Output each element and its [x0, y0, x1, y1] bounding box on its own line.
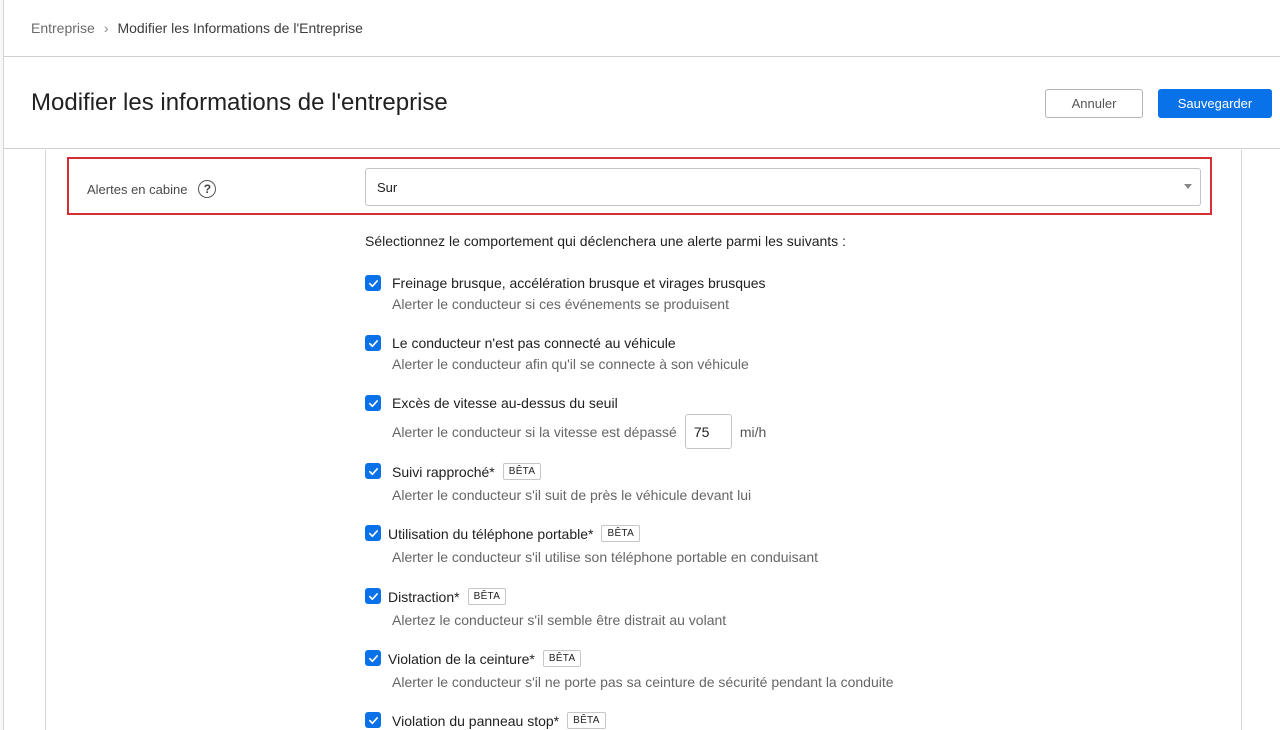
save-button[interactable]: Sauvegarder — [1158, 89, 1272, 118]
chevron-down-icon — [1184, 184, 1192, 189]
breadcrumb: Entreprise › Modifier les Informations d… — [4, 0, 1280, 57]
option-description: Alerter le conducteur s'il ne porte pas … — [392, 674, 894, 690]
cabin-alerts-select[interactable]: Sur — [365, 168, 1201, 206]
checkbox-distraction[interactable] — [365, 588, 381, 604]
checkbox-harsh-events[interactable] — [365, 275, 381, 291]
option-title: Freinage brusque, accélération brusque e… — [392, 275, 766, 291]
option-title: Excès de vitesse au-dessus du seuil — [392, 395, 618, 411]
option-title: Distraction* BÊTA — [388, 588, 507, 605]
option-description: Alerter le conducteur si ces événements … — [392, 296, 729, 312]
beta-badge: BÊTA — [467, 588, 507, 605]
option-title-text: Suivi rapproché* — [392, 463, 495, 480]
option-description: Alerter le conducteur afin qu'il se conn… — [392, 356, 749, 372]
help-icon[interactable]: ? — [198, 180, 217, 198]
option-description: Alertez le conducteur s'il semble être d… — [392, 612, 727, 628]
checkbox-tailgating[interactable] — [365, 463, 381, 479]
checkbox-seatbelt[interactable] — [365, 650, 381, 666]
checkbox-speeding[interactable] — [365, 395, 381, 411]
checkbox-stop-sign[interactable] — [365, 712, 381, 728]
speed-threshold-row: Alerter le conducteur si la vitesse est … — [392, 414, 766, 449]
option-title: Suivi rapproché* BÊTA — [392, 463, 542, 480]
option-title: Violation de la ceinture* BÊTA — [388, 650, 582, 667]
speed-threshold-input[interactable] — [684, 414, 732, 449]
option-description: Alerter le conducteur si la vitesse est … — [392, 423, 677, 440]
speed-unit: mi/h — [739, 423, 767, 440]
beta-badge: BÊTA — [567, 712, 606, 729]
option-title: Le conducteur n'est pas connecté au véhi… — [392, 335, 676, 351]
check-icon — [368, 339, 378, 347]
cabin-alerts-label: Alertes en cabine ? — [87, 180, 217, 198]
option-title: Violation du panneau stop* BÊTA — [392, 712, 606, 729]
option-title-text: Utilisation du téléphone portable* — [388, 525, 594, 542]
checkbox-phone-use[interactable] — [365, 525, 381, 541]
chevron-right-icon: › — [103, 20, 109, 36]
beta-badge: BÊTA — [542, 650, 582, 667]
beta-badge: BÊTA — [502, 463, 542, 480]
checkbox-not-connected[interactable] — [365, 335, 381, 351]
option-title-text: Violation du panneau stop* — [392, 712, 560, 729]
option-title-text: Violation de la ceinture* — [388, 650, 535, 667]
check-icon — [368, 279, 378, 287]
beta-badge: BÊTA — [601, 525, 641, 542]
option-description: Alerter le conducteur s'il suit de près … — [392, 487, 752, 503]
cabin-alerts-select-value: Sur — [377, 179, 398, 195]
cabin-alerts-label-text: Alertes en cabine — [87, 181, 188, 197]
check-icon — [368, 399, 378, 407]
check-icon — [368, 467, 378, 475]
check-icon — [368, 529, 378, 537]
option-title: Utilisation du téléphone portable* BÊTA — [388, 525, 641, 542]
cancel-button[interactable]: Annuler — [1045, 89, 1143, 118]
page-header: Modifier les informations de l'entrepris… — [4, 58, 1280, 149]
check-icon — [368, 654, 378, 662]
check-icon — [368, 716, 378, 724]
breadcrumb-current: Modifier les Informations de l'Entrepris… — [117, 20, 363, 36]
check-icon — [368, 592, 378, 600]
option-description: Alerter le conducteur s'il utilise son t… — [392, 549, 819, 565]
page-title: Modifier les informations de l'entrepris… — [31, 89, 448, 116]
option-title-text: Distraction* — [388, 588, 460, 605]
behavior-intro: Sélectionnez le comportement qui déclenc… — [365, 233, 846, 249]
breadcrumb-link-entreprise[interactable]: Entreprise — [31, 20, 95, 36]
